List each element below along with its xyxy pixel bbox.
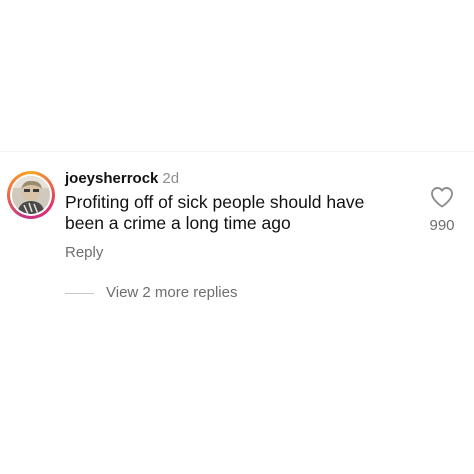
avatar-gap [10,174,52,216]
divider [0,151,474,152]
heart-outline-icon[interactable] [430,186,454,208]
story-ring[interactable] [7,171,55,219]
avatar-photo [12,176,50,214]
username-link[interactable]: joeysherrock [65,170,158,187]
like-count: 990 [429,217,455,234]
comment-header: joeysherrock 2d [65,170,179,188]
view-replies-button[interactable]: View 2 more replies [106,284,237,302]
replies-divider [65,293,94,294]
reply-button[interactable]: Reply [65,244,103,262]
comment-text: Profiting off of sick people should have… [65,192,365,233]
avatar[interactable] [12,176,50,214]
timestamp: 2d [162,170,180,187]
comment-item: joeysherrock 2d Profiting off of sick peo… [0,160,474,320]
